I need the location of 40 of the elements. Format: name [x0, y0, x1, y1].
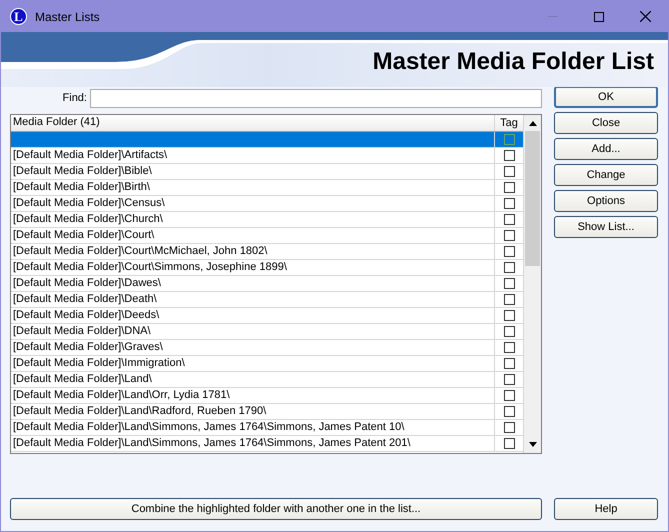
app-logo: L: [10, 8, 27, 25]
find-field[interactable]: [90, 88, 542, 108]
tag-checkbox[interactable]: [504, 342, 514, 353]
dialog-button[interactable]: Change: [554, 164, 658, 186]
tag-checkbox[interactable]: [504, 374, 514, 385]
tag-checkbox[interactable]: [504, 326, 514, 337]
find-label: Find:: [62, 92, 87, 104]
tag-checkbox[interactable]: [504, 262, 514, 273]
scroll-up-icon[interactable]: [528, 121, 536, 126]
tag-checkbox[interactable]: [504, 358, 514, 369]
tag-checkbox[interactable]: [504, 406, 514, 417]
tag-checkbox[interactable]: [504, 390, 514, 401]
page-heading: Master Media Folder List: [372, 48, 654, 76]
tag-checkbox[interactable]: [504, 278, 514, 289]
combine-button[interactable]: Combine the highlighted folder with another one in the list...: [10, 498, 542, 520]
help-button[interactable]: Help: [554, 498, 658, 520]
dialog-button[interactable]: Add...: [554, 138, 658, 160]
tag-checkbox[interactable]: [504, 182, 514, 193]
tag-checkbox[interactable]: [504, 214, 514, 225]
tag-checkbox[interactable]: [504, 310, 514, 321]
dialog-button[interactable]: Close: [554, 112, 658, 134]
tag-checkbox[interactable]: [504, 422, 514, 433]
column-header[interactable]: Tag: [495, 115, 523, 131]
column-header[interactable]: Media Folder (41): [11, 115, 495, 131]
dialog-button[interactable]: Show List...: [554, 216, 658, 238]
tag-checkbox[interactable]: [504, 246, 514, 257]
tag-checkbox[interactable]: [504, 438, 514, 449]
tag-checkbox[interactable]: [504, 294, 514, 305]
dialog-button[interactable]: Options: [554, 190, 658, 212]
tag-checkbox[interactable]: [504, 150, 514, 161]
close-icon[interactable]: [640, 11, 650, 22]
dialog-button[interactable]: OK: [554, 86, 658, 108]
tag-checkbox[interactable]: [504, 198, 514, 209]
maximize-icon[interactable]: [594, 12, 604, 22]
tag-checkbox[interactable]: [504, 230, 514, 241]
scrollbar[interactable]: [523, 115, 541, 453]
scroll-down-icon[interactable]: [528, 442, 536, 447]
tag-checkbox[interactable]: [504, 134, 514, 145]
tag-checkbox[interactable]: [504, 166, 514, 177]
window-title: Master Lists: [35, 10, 100, 24]
